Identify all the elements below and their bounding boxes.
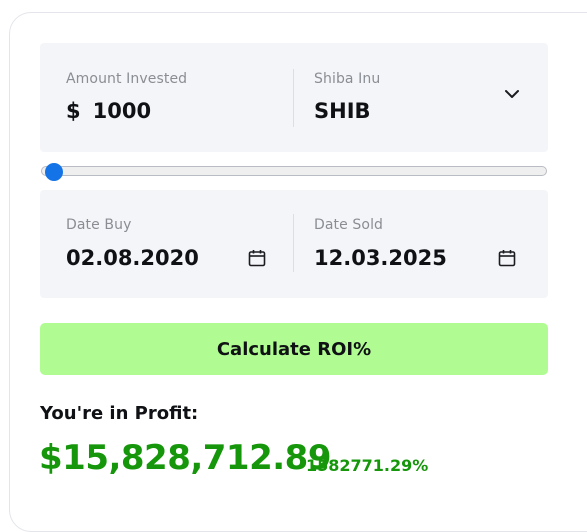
chevron-down-icon[interactable] xyxy=(504,89,520,99)
profit-heading: You're in Profit: xyxy=(40,403,199,424)
calculate-roi-button[interactable]: Calculate ROI% xyxy=(40,323,548,375)
date-sold-input[interactable]: 12.03.2025 xyxy=(314,246,447,270)
date-sold-label: Date Sold xyxy=(314,217,384,233)
amount-invested-label: Amount Invested xyxy=(66,71,188,87)
date-buy-label: Date Buy xyxy=(66,217,132,233)
amount-value[interactable]: 1000 xyxy=(93,99,151,123)
calendar-icon[interactable] xyxy=(498,249,516,267)
investment-panel: Amount Invested $ 1000 Shiba Inu SHIB xyxy=(40,43,548,152)
calendar-icon[interactable] xyxy=(248,249,266,267)
coin-name-label: Shiba Inu xyxy=(314,71,381,87)
amount-slider-track[interactable] xyxy=(41,166,547,176)
field-divider xyxy=(293,214,294,272)
profit-percent: 1582771.29% xyxy=(306,456,429,475)
currency-symbol: $ xyxy=(66,99,81,123)
date-buy-input[interactable]: 02.08.2020 xyxy=(66,246,199,270)
amount-slider-thumb[interactable] xyxy=(45,163,63,181)
coin-select[interactable]: SHIB xyxy=(314,99,371,123)
amount-input[interactable]: $ 1000 xyxy=(66,99,151,123)
field-divider xyxy=(293,69,294,127)
dates-panel: Date Buy 02.08.2020 Date Sold 12.03.2025 xyxy=(40,190,548,298)
profit-amount: $15,828,712.89 xyxy=(39,438,331,478)
